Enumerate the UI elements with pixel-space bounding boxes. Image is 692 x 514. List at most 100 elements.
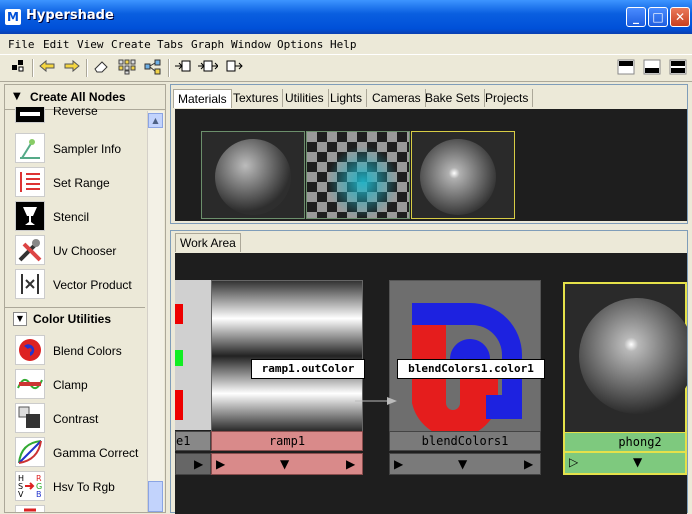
layout-split-icon[interactable] [668,59,688,77]
material-swatch-sphere[interactable] [201,131,305,219]
tab-cameras[interactable]: Cameras [368,89,426,107]
node-item-stencil[interactable]: Stencil [13,201,143,233]
node-label: Sampler Info [53,142,122,156]
menu-help[interactable]: Help [330,38,357,51]
node-label: Clamp [53,378,88,392]
toolbar [0,54,692,82]
menu-bar: File Edit View Create Tabs Graph Window … [0,34,692,54]
expand-attributes-icon[interactable]: ▼ [458,457,467,471]
menu-create[interactable]: Create [111,38,151,51]
set-range-icon [15,167,45,197]
input-output-connections-icon[interactable] [198,59,219,77]
node-item-reverse[interactable]: Reverse [13,107,143,125]
node-item-sampler-info[interactable]: Sampler Info [13,133,143,165]
tab-work-area[interactable]: Work Area [175,233,241,252]
material-swatch-checker[interactable] [306,131,410,219]
menu-tabs[interactable]: Tabs [157,38,184,51]
node-blendcolors1-swatch[interactable] [389,280,541,438]
node-label: Reverse [53,107,98,118]
expand-output-icon[interactable]: ▶ [524,457,533,471]
node-partial-left-controls: ▶ [175,453,211,475]
layout-top-icon[interactable] [616,59,636,77]
node-item-uv-chooser[interactable]: Uv Chooser [13,235,143,267]
node-phong2-name-bar[interactable]: phong2 [563,433,687,453]
grid-graph-icon[interactable] [117,59,137,77]
node-item-clamp[interactable]: Clamp [13,369,143,401]
expand-input-icon[interactable]: ▶ [394,457,403,471]
svg-text:V: V [18,490,24,499]
partial-node-icon [15,505,45,512]
node-graph-canvas[interactable]: e1 ▶ ramp1 ▶ ▼ ▶ blendColors1 ▶ ▼ ▶ phon… [175,253,687,514]
back-arrow-icon[interactable] [37,59,57,77]
forward-arrow-icon[interactable] [62,59,82,77]
menu-view[interactable]: View [77,38,104,51]
maya-app-icon: M [5,9,21,25]
node-ramp1-swatch[interactable] [211,280,363,432]
section-divider [5,307,145,308]
select-icon[interactable] [8,59,28,77]
node-label: Gamma Correct [53,446,139,460]
node-item-set-range[interactable]: Set Range [13,167,143,199]
hsv-to-rgb-icon: HSVRGB [15,471,45,501]
node-item-contrast[interactable]: Contrast [13,403,143,435]
graph-network-icon[interactable] [143,59,163,77]
node-label: Uv Chooser [53,244,117,258]
toolbar-separator [32,59,34,77]
scroll-up-icon[interactable]: ▲ [148,113,163,128]
svg-text:B: B [36,490,42,499]
expand-attributes-icon[interactable]: ▼ [280,457,289,471]
input-connections-icon[interactable] [173,59,193,77]
expand-output-icon[interactable]: ▶ [194,457,203,471]
node-label: Hsv To Rgb [53,480,115,494]
menu-options[interactable]: Options [277,38,323,51]
node-item-partial[interactable] [13,505,143,512]
node-blendcolors1-name-bar[interactable]: blendColors1 [389,431,541,451]
menu-file[interactable]: File [8,38,35,51]
close-button[interactable]: ✕ [670,7,690,27]
tab-utilities[interactable]: Utilities [281,89,329,107]
menu-edit[interactable]: Edit [43,38,70,51]
title-bar: M Hypershade _ □ ✕ [0,0,692,34]
scroll-thumb[interactable] [148,481,163,512]
node-phong2-swatch[interactable] [563,282,687,434]
tab-lights[interactable]: Lights [326,89,368,107]
node-name: e1 [176,434,191,448]
expand-output-icon[interactable]: ▶ [346,457,355,471]
tab-projects[interactable]: Projects [481,89,534,107]
node-item-hsv-to-rgb[interactable]: HSVRGB Hsv To Rgb [13,471,143,503]
tab-bake-sets[interactable]: Bake Sets [421,89,485,107]
materials-panel: Materials Textures Utilities Lights Came… [170,84,688,224]
node-phong2-controls: ▷ ▼ [563,453,687,475]
maximize-button[interactable]: □ [648,7,668,27]
work-area-panel: Work Area e1 ▶ ramp1 ▶ ▼ ▶ blendColors1 [170,230,688,514]
node-label: Stencil [53,210,90,224]
eraser-icon[interactable] [91,59,111,77]
tab-textures[interactable]: Textures [229,89,284,107]
expand-input-icon[interactable]: ▷ [569,455,578,469]
expand-input-icon[interactable]: ▶ [216,457,225,471]
create-all-nodes-label: Create All Nodes [30,90,126,104]
node-name: phong2 [618,435,662,449]
menu-window[interactable]: Window [231,38,271,51]
minimize-button[interactable]: _ [626,7,646,27]
node-partial-left[interactable] [175,280,211,432]
toolbar-separator [86,59,88,77]
output-connections-icon[interactable] [224,59,244,77]
collapse-arrow-icon: ▼ [13,91,21,102]
node-label: Blend Colors [53,344,122,358]
materials-swatch-area [175,109,687,221]
expand-attributes-icon[interactable]: ▼ [633,455,642,469]
node-item-blend-colors[interactable]: Blend Colors [13,335,143,367]
tab-materials[interactable]: Materials [173,89,232,108]
node-ramp1-name-bar[interactable]: ramp1 [211,431,363,451]
node-name: blendColors1 [421,434,509,448]
node-item-gamma-correct[interactable]: Gamma Correct [13,437,143,469]
layout-bottom-icon[interactable] [642,59,662,77]
material-swatch-phong[interactable] [411,131,515,219]
menu-graph[interactable]: Graph [191,38,224,51]
stencil-icon [15,201,45,231]
color-utilities-header[interactable]: ▼ Color Utilities [11,310,145,330]
node-item-vector-product[interactable]: Vector Product [13,269,143,301]
node-name: ramp1 [268,434,306,448]
vertical-scrollbar[interactable]: ▲ [147,111,164,512]
